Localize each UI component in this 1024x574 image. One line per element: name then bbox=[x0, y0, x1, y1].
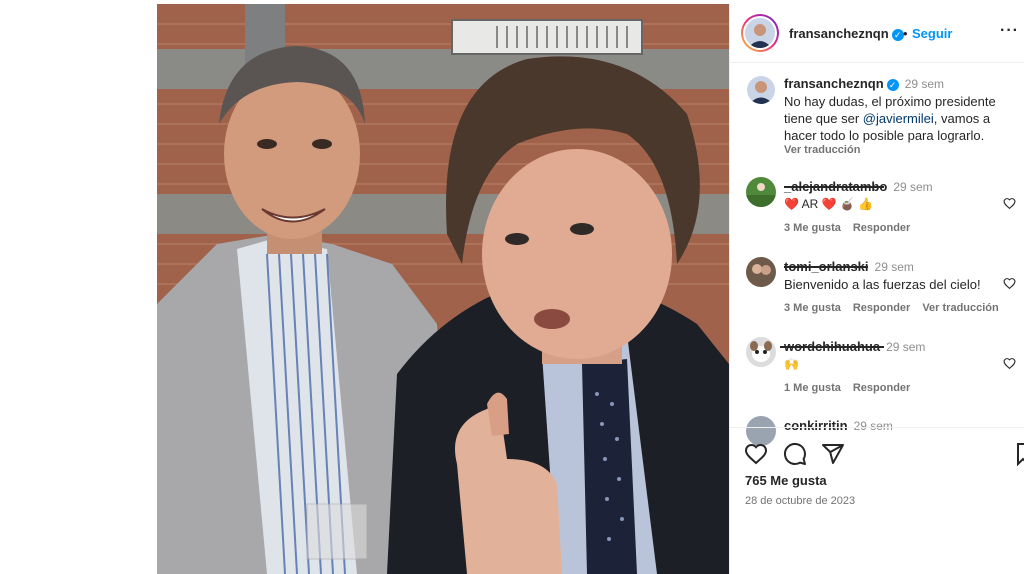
comment-avatar[interactable] bbox=[746, 177, 776, 207]
comment-text: ❤️ AR ❤️ 🧉 👍 bbox=[784, 197, 874, 211]
comment-time: 29 sem bbox=[886, 340, 926, 354]
caption-author-avatar[interactable] bbox=[747, 76, 775, 104]
comment-heart-icon[interactable] bbox=[1003, 357, 1016, 370]
reply-button[interactable]: Responder bbox=[853, 222, 910, 234]
caption-username[interactable]: fransancheznqn ✓ 29 sem bbox=[784, 76, 944, 91]
post-actions: 765 Me gusta 28 de octubre de 2023 bbox=[730, 427, 1024, 574]
author-username[interactable]: fransancheznqn ✓ bbox=[789, 26, 904, 41]
likes-count[interactable]: 765 Me gusta bbox=[745, 473, 827, 488]
username-strikethrough bbox=[780, 346, 884, 348]
share-icon[interactable] bbox=[821, 442, 845, 466]
mention-link[interactable]: @javiermilei bbox=[863, 111, 934, 126]
more-icon[interactable]: ··· bbox=[1000, 22, 1019, 40]
username-strikethrough bbox=[784, 266, 868, 268]
heart-icon[interactable] bbox=[744, 442, 768, 466]
caption-text: No hay dudas, el próximo presidente tien… bbox=[784, 94, 996, 143]
comment-avatar[interactable] bbox=[746, 257, 776, 287]
post-date: 28 de octubre de 2023 bbox=[745, 495, 856, 507]
comment-text: 🙌 bbox=[784, 357, 799, 371]
verified-badge-icon: ✓ bbox=[886, 78, 899, 91]
comment-time: 29 sem bbox=[893, 180, 933, 194]
comment-heart-icon[interactable] bbox=[1003, 197, 1016, 210]
comment-likes[interactable]: 3 Me gusta bbox=[784, 302, 841, 314]
comment-avatar[interactable] bbox=[746, 337, 776, 367]
follow-button[interactable]: Seguir bbox=[912, 26, 952, 41]
comment-meta: 3 Me gusta Responder bbox=[784, 222, 922, 234]
separator-dot: • bbox=[903, 26, 908, 41]
reply-button[interactable]: Responder bbox=[853, 302, 910, 314]
comment-time: 29 sem bbox=[874, 260, 914, 274]
caption-time: 29 sem bbox=[904, 77, 945, 91]
comment-likes[interactable]: 1 Me gusta bbox=[784, 382, 841, 394]
comment-meta: 3 Me gusta Responder Ver traducción bbox=[784, 302, 1011, 314]
post-header: fransancheznqn ✓ • Seguir ··· bbox=[730, 4, 1024, 63]
comment-likes[interactable]: 3 Me gusta bbox=[784, 222, 841, 234]
comment-text: Bienvenido a las fuerzas del cielo! bbox=[784, 277, 981, 292]
avatar-image bbox=[745, 18, 775, 48]
comment-icon[interactable] bbox=[783, 442, 807, 466]
post-photo-illustration bbox=[157, 4, 729, 574]
save-icon[interactable] bbox=[1016, 442, 1024, 466]
comment-heart-icon[interactable] bbox=[1003, 277, 1016, 290]
post-sidebar: fransancheznqn ✓ • Seguir ··· fransanchez… bbox=[729, 4, 1024, 574]
verified-badge-icon: ✓ bbox=[891, 28, 904, 41]
reply-button[interactable]: Responder bbox=[853, 382, 910, 394]
translate-link[interactable]: Ver traducción bbox=[922, 302, 998, 314]
translate-link[interactable]: Ver traducción bbox=[784, 144, 860, 156]
username-strikethrough bbox=[784, 186, 884, 188]
comment-meta: 1 Me gusta Responder bbox=[784, 382, 922, 394]
post-photo[interactable] bbox=[157, 4, 729, 574]
author-avatar[interactable] bbox=[741, 14, 779, 52]
